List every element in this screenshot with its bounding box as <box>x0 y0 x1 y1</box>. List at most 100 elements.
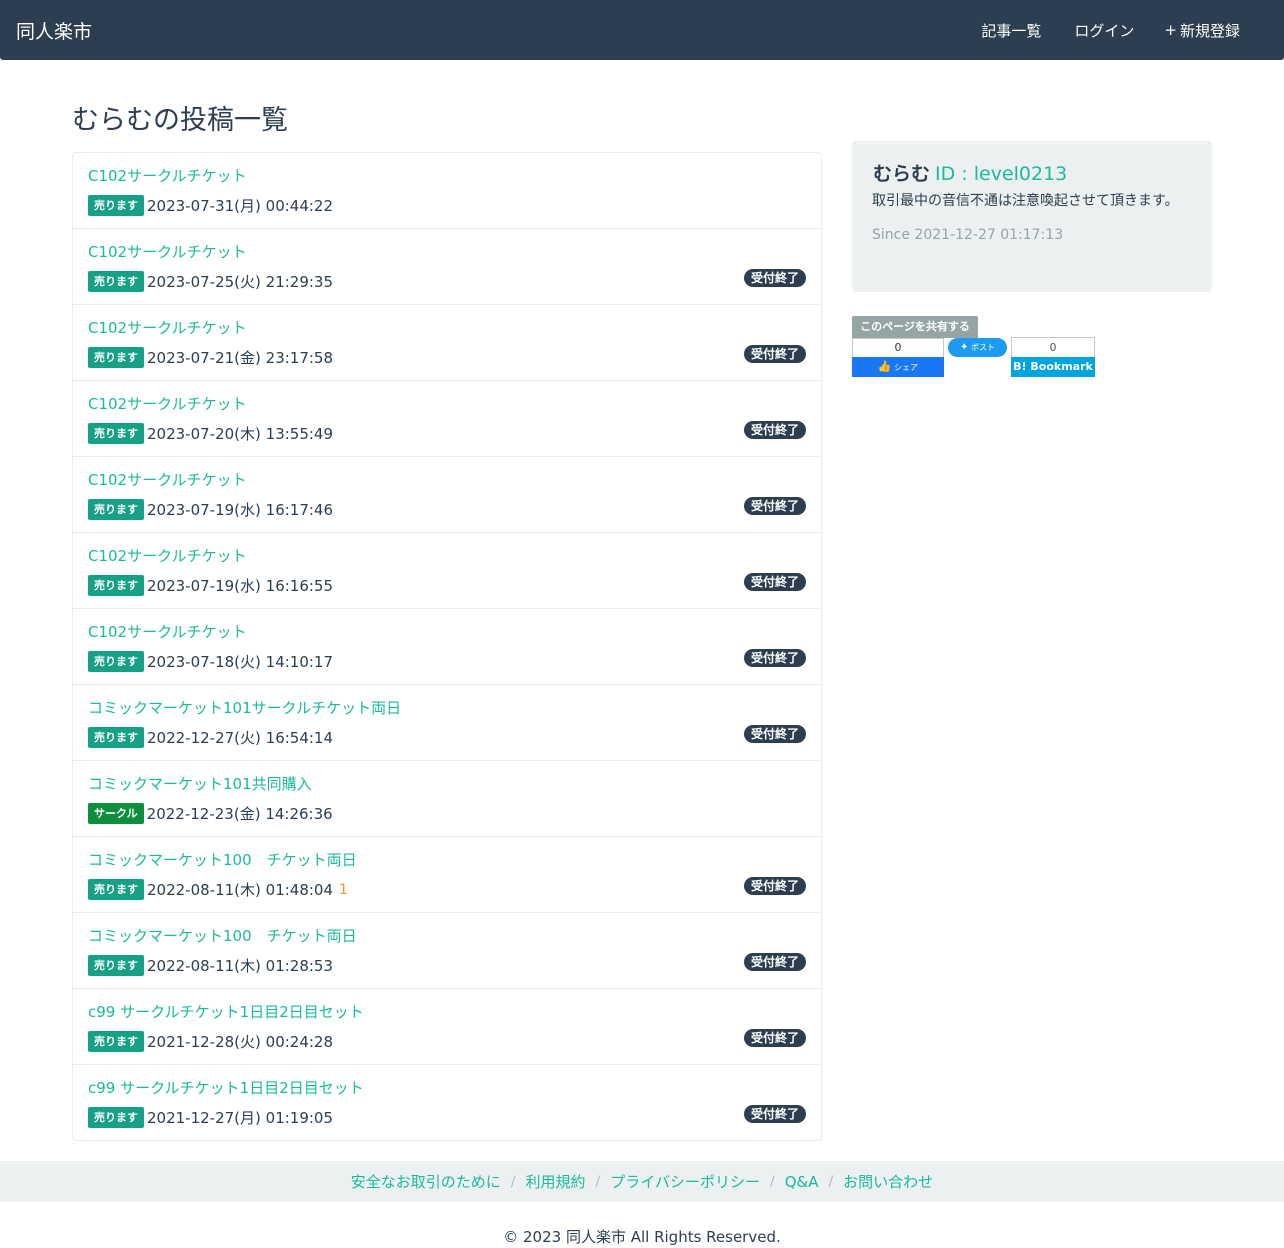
closed-badge: 受付終了 <box>743 421 806 439</box>
site-brand[interactable]: 同人楽市 <box>16 17 92 44</box>
post-date: 2023-07-19(水) 16:17:46 <box>147 501 334 519</box>
nav-link-label: 新規登録 <box>1179 21 1240 40</box>
post-title-link[interactable]: C102サークルチケット <box>88 545 806 567</box>
plus-icon: + <box>1164 21 1177 39</box>
post-title-link[interactable]: コミックマーケット100 チケット両日 <box>88 925 806 947</box>
closed-badge: 受付終了 <box>743 649 806 667</box>
closed-badge: 受付終了 <box>743 725 806 743</box>
post-date: 2023-07-25(火) 21:29:35 <box>147 273 334 291</box>
post-title-link[interactable]: C102サークルチケット <box>88 317 806 339</box>
post-meta: 売ります 2021-12-27(月) 01:19:05 <box>88 1107 806 1128</box>
twitter-bird-icon: ✦ <box>960 342 969 353</box>
post-row: コミックマーケット101サークルチケット両日 売ります 2022-12-27(火… <box>73 685 821 761</box>
post-meta: 売ります 2022-08-11(木) 01:28:53 <box>88 955 806 976</box>
footer-separator: / <box>769 1173 775 1190</box>
post-meta: 売ります 2023-07-18(火) 14:10:17 <box>88 651 806 672</box>
post-row: C102サークルチケット 売ります 2023-07-25(火) 21:29:35… <box>73 229 821 305</box>
post-list: C102サークルチケット 売ります 2023-07-31(月) 00:44:22… <box>72 152 822 1141</box>
post-type-tag: 売ります <box>88 1107 144 1128</box>
post-meta: 売ります 2022-08-11(木) 01:48:04 1 <box>88 879 806 900</box>
post-meta: 売ります 2021-12-28(火) 00:24:28 <box>88 1031 806 1052</box>
footer-link[interactable]: 安全なお取引のために <box>351 1171 501 1192</box>
post-type-tag: 売ります <box>88 651 144 672</box>
post-row: コミックマーケット101共同購入 サークル 2022-12-23(金) 14:2… <box>73 761 821 837</box>
post-date: 2021-12-27(月) 01:19:05 <box>147 1109 334 1127</box>
profile-since-text: Since 2021-12-27 01:17:13 <box>872 227 1064 243</box>
nav-link-articles[interactable]: 記事一覧 <box>978 20 1041 41</box>
footer-link[interactable]: お問い合わせ <box>843 1171 933 1192</box>
profile-name: むらむ <box>872 159 930 186</box>
footer-link[interactable]: プライバシーポリシー <box>610 1171 760 1192</box>
page-title: むらむの投稿一覧 <box>72 105 288 136</box>
post-type-tag: 売ります <box>88 1031 144 1052</box>
post-title-link[interactable]: コミックマーケット100 チケット両日 <box>88 849 806 871</box>
profile-header: むらむ ID : level0213 <box>872 159 1192 186</box>
post-date: 2022-12-27(火) 16:54:14 <box>147 729 334 747</box>
post-title-link[interactable]: C102サークルチケット <box>88 165 806 187</box>
post-row: C102サークルチケット 売ります 2023-07-21(金) 23:17:58… <box>73 305 821 381</box>
facebook-share-count: 0 <box>852 338 944 357</box>
post-type-tag: 売ります <box>88 195 144 216</box>
closed-badge: 受付終了 <box>743 269 806 287</box>
post-date: 2022-08-11(木) 01:28:53 <box>147 957 334 975</box>
post-title-link[interactable]: コミックマーケット101サークルチケット両日 <box>88 697 806 719</box>
hatena-bookmark-widget[interactable]: 0 B! Bookmark <box>1011 337 1095 377</box>
post-date: 2023-07-18(火) 14:10:17 <box>147 653 334 671</box>
profile-name-text: むらむ <box>873 163 931 185</box>
post-row: c99 サークルチケット1日目2日目セット 売ります 2021-12-28(火)… <box>73 989 821 1065</box>
post-row: コミックマーケット100 チケット両日 売ります 2022-08-11(木) 0… <box>73 913 821 989</box>
closed-badge: 受付終了 <box>743 1029 806 1047</box>
footer-separator: / <box>828 1173 834 1190</box>
post-title-link[interactable]: C102サークルチケット <box>88 469 806 491</box>
footer-link[interactable]: 利用規約 <box>526 1171 586 1192</box>
closed-badge: 受付終了 <box>743 1105 806 1123</box>
post-meta: 売ります 2023-07-31(月) 00:44:22 <box>88 195 806 216</box>
twitter-share-button[interactable]: ✦ ポスト <box>948 338 1007 357</box>
footer-separator: / <box>510 1173 516 1190</box>
facebook-share-widget[interactable]: 0 👍 シェア <box>852 338 944 377</box>
post-title-link[interactable]: C102サークルチケット <box>88 393 806 415</box>
nav-links: 記事一覧 ログイン + 新規登録 <box>948 20 1268 41</box>
copyright: © 2023 同人楽市 All Rights Reserved. <box>503 1228 781 1246</box>
post-date: 2023-07-21(金) 23:17:58 <box>147 349 334 367</box>
post-meta: 売ります 2023-07-25(火) 21:29:35 <box>88 271 806 292</box>
nav-link-login[interactable]: ログイン <box>1071 20 1134 41</box>
post-title-link[interactable]: C102サークルチケット <box>88 241 806 263</box>
hatena-bookmark-button[interactable]: B! Bookmark <box>1011 357 1095 377</box>
closed-badge: 受付終了 <box>743 953 806 971</box>
comment-count-value: 1 <box>339 881 348 898</box>
nav-link-label: 記事一覧 <box>981 21 1042 40</box>
post-row: C102サークルチケット 売ります 2023-07-20(木) 13:55:49… <box>73 381 821 457</box>
post-type-tag: 売ります <box>88 879 144 900</box>
post-title-link[interactable]: C102サークルチケット <box>88 621 806 643</box>
post-row: コミックマーケット100 チケット両日 売ります 2022-08-11(木) 0… <box>73 837 821 913</box>
nav-link-register[interactable]: + 新規登録 <box>1164 20 1240 41</box>
facebook-share-label: シェア <box>894 363 919 372</box>
post-type-tag: 売ります <box>88 271 144 292</box>
post-type-tag: 売ります <box>88 955 144 976</box>
post-row: C102サークルチケット 売ります 2023-07-18(火) 14:10:17… <box>73 609 821 685</box>
post-meta: 売ります 2023-07-20(木) 13:55:49 <box>88 423 806 444</box>
post-meta: 売ります 2023-07-21(金) 23:17:58 <box>88 347 806 368</box>
footer-link[interactable]: Q&A <box>785 1173 819 1191</box>
comment-count: 1 <box>337 882 348 898</box>
closed-badge: 受付終了 <box>743 573 806 591</box>
facebook-share-button[interactable]: 👍 シェア <box>852 357 944 377</box>
post-row: c99 サークルチケット1日目2日目セット 売ります 2021-12-27(月)… <box>73 1065 821 1140</box>
profile-description: 取引最中の音信不通は注意喚起させて頂きます。 <box>872 193 1179 209</box>
profile-id: ID : level0213 <box>935 163 1068 185</box>
post-title-link[interactable]: c99 サークルチケット1日目2日目セット <box>88 1001 806 1023</box>
post-date: 2021-12-28(火) 00:24:28 <box>147 1033 334 1051</box>
closed-badge: 受付終了 <box>743 877 806 895</box>
post-title-link[interactable]: コミックマーケット101共同購入 <box>88 773 806 795</box>
post-meta: サークル 2022-12-23(金) 14:26:36 <box>88 803 806 824</box>
twitter-share-label: ポスト <box>970 343 995 352</box>
closed-badge: 受付終了 <box>743 497 806 515</box>
post-meta: 売ります 2023-07-19(水) 16:16:55 <box>88 575 806 596</box>
post-type-tag: 売ります <box>88 347 144 368</box>
post-title-link[interactable]: c99 サークルチケット1日目2日目セット <box>88 1077 806 1099</box>
post-date: 2022-08-11(木) 01:48:04 <box>147 881 334 899</box>
post-meta: 売ります 2023-07-19(水) 16:17:46 <box>88 499 806 520</box>
post-date: 2023-07-31(月) 00:44:22 <box>147 197 334 215</box>
navbar: 同人楽市 記事一覧 ログイン + 新規登録 <box>0 0 1284 60</box>
